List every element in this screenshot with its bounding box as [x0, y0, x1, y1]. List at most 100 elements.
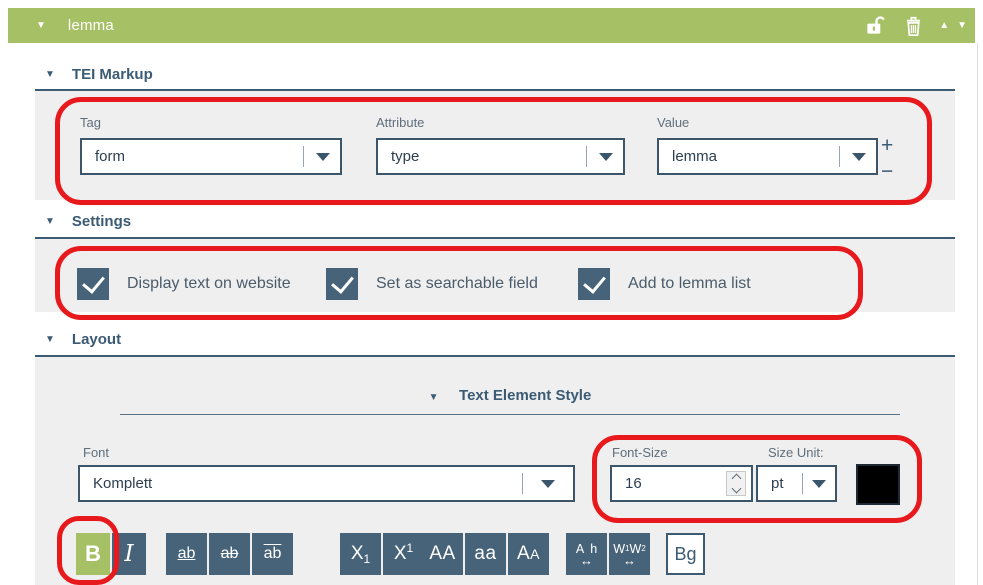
overline-button[interactable]: ab — [252, 533, 293, 575]
lowercase-button[interactable]: aa — [465, 533, 506, 575]
layout-panel: ▼ Text Element Style Font Komplett Font-… — [35, 355, 955, 585]
subscript-base: X — [351, 543, 364, 565]
underline-glyph: ab — [178, 545, 196, 563]
panel-toolbar: ▲ ▼ — [864, 14, 975, 37]
settings-panel: Display text on website Set as searchabl… — [35, 237, 955, 312]
panel-header[interactable]: ▼ lemma ▲ ▼ — [8, 8, 975, 43]
h-arrow-icon: ↔ — [580, 554, 593, 567]
smallcaps-first: A — [517, 543, 530, 565]
format-group-weight: B I — [76, 533, 146, 575]
text-element-style-header[interactable]: ▼ Text Element Style — [120, 387, 900, 415]
superscript-digit: 1 — [407, 541, 414, 555]
select-divider — [802, 473, 803, 494]
chevron-down-icon[interactable] — [852, 153, 866, 161]
format-group-case: AA aa A A — [422, 533, 549, 575]
subscript-digit: 1 — [364, 552, 371, 566]
format-group-background: Bg — [666, 533, 705, 575]
stepper-down-icon[interactable] — [731, 484, 741, 494]
element-editor-panel: ▼ lemma ▲ ▼ ▼ T — [0, 0, 983, 585]
tag-select[interactable]: form — [80, 138, 342, 175]
word-spacing-s2: 2 — [641, 545, 645, 558]
overline-glyph: ab — [264, 545, 282, 563]
value-select[interactable]: lemma — [657, 138, 878, 175]
chevron-down-icon[interactable] — [541, 480, 555, 488]
value-select-value: lemma — [659, 148, 717, 165]
underline-button[interactable]: ab — [166, 533, 207, 575]
strikethrough-button[interactable]: ab — [209, 533, 250, 575]
size-unit-select[interactable]: pt — [756, 465, 837, 502]
format-group-script: X 1 X 1 — [340, 533, 424, 575]
superscript-button[interactable]: X 1 — [383, 533, 424, 575]
collapse-section-icon[interactable]: ▼ — [45, 334, 55, 345]
font-select[interactable]: Komplett — [78, 465, 575, 502]
collapse-subsection-icon[interactable]: ▼ — [429, 392, 439, 403]
add-row-button[interactable]: + — [881, 135, 893, 156]
attribute-select-value: type — [378, 148, 419, 165]
word-spacing-button[interactable]: W 1 W 2 ↔ — [609, 533, 650, 575]
subscript-button[interactable]: X 1 — [340, 533, 381, 575]
font-select-value: Komplett — [80, 475, 152, 492]
collapse-section-icon[interactable]: ▼ — [45, 216, 55, 227]
font-size-stepper[interactable] — [726, 471, 746, 496]
italic-button[interactable]: I — [112, 533, 146, 575]
row-add-remove: + − — [881, 135, 893, 182]
unlock-icon[interactable] — [864, 14, 887, 37]
checkbox-item-lemma-list: Add to lemma list — [578, 268, 751, 300]
font-size-input[interactable]: 16 — [610, 465, 753, 502]
strikethrough-glyph: ab — [221, 545, 239, 563]
format-group-spacing: A h ↔ W 1 W 2 ↔ — [566, 533, 650, 575]
chevron-down-icon[interactable] — [316, 153, 330, 161]
attribute-select[interactable]: type — [376, 138, 625, 175]
format-group-lines: ab ab ab — [166, 533, 293, 575]
trash-icon[interactable] — [903, 14, 924, 37]
display-text-checkbox[interactable] — [77, 268, 109, 300]
select-divider — [303, 146, 304, 167]
smallcaps-second: A — [530, 546, 540, 562]
checkbox-item-display-text: Display text on website — [77, 268, 291, 300]
select-divider — [522, 473, 523, 494]
smallcaps-button[interactable]: A A — [508, 533, 549, 575]
tag-label: Tag — [80, 115, 101, 130]
move-down-icon[interactable]: ▼ — [957, 20, 967, 31]
checkbox-label: Set as searchable field — [376, 275, 538, 293]
collapse-panel-icon[interactable]: ▼ — [36, 20, 46, 31]
section-title: Settings — [72, 213, 131, 230]
checkbox-label: Display text on website — [127, 275, 291, 293]
chevron-down-icon[interactable] — [599, 153, 613, 161]
collapse-section-icon[interactable]: ▼ — [45, 69, 55, 80]
subsection-title: Text Element Style — [459, 387, 591, 404]
word-spacing-s1: 1 — [625, 545, 629, 558]
tag-select-value: form — [82, 148, 125, 165]
uppercase-button[interactable]: AA — [422, 533, 463, 575]
background-color-button[interactable]: Bg — [666, 533, 705, 575]
section-header-tei-markup[interactable]: ▼ TEI Markup — [45, 66, 153, 83]
size-unit-value: pt — [758, 475, 784, 492]
text-color-swatch[interactable] — [856, 464, 900, 505]
section-title: TEI Markup — [72, 66, 153, 83]
section-header-layout[interactable]: ▼ Layout — [45, 331, 121, 348]
check-icon — [583, 270, 606, 294]
superscript-base: X — [394, 543, 407, 565]
select-divider — [839, 146, 840, 167]
font-size-label: Font-Size — [612, 445, 668, 460]
searchable-field-checkbox[interactable] — [326, 268, 358, 300]
section-title: Layout — [72, 331, 121, 348]
chevron-down-icon[interactable] — [812, 480, 826, 488]
check-icon — [331, 270, 354, 294]
bold-button[interactable]: B — [76, 533, 110, 575]
checkbox-item-searchable: Set as searchable field — [326, 268, 538, 300]
select-divider — [586, 146, 587, 167]
attribute-label: Attribute — [376, 115, 424, 130]
section-header-settings[interactable]: ▼ Settings — [45, 213, 131, 230]
move-up-icon[interactable]: ▲ — [939, 20, 949, 31]
panel-right-border — [977, 43, 978, 585]
stepper-up-icon[interactable] — [731, 474, 741, 484]
value-label: Value — [657, 115, 689, 130]
size-unit-label: Size Unit: — [768, 445, 824, 460]
lemma-list-checkbox[interactable] — [578, 268, 610, 300]
remove-row-button[interactable]: − — [881, 161, 893, 182]
letter-spacing-button[interactable]: A h ↔ — [566, 533, 607, 575]
panel-title: lemma — [68, 17, 114, 34]
checkbox-label: Add to lemma list — [628, 275, 751, 293]
check-icon — [82, 270, 105, 294]
